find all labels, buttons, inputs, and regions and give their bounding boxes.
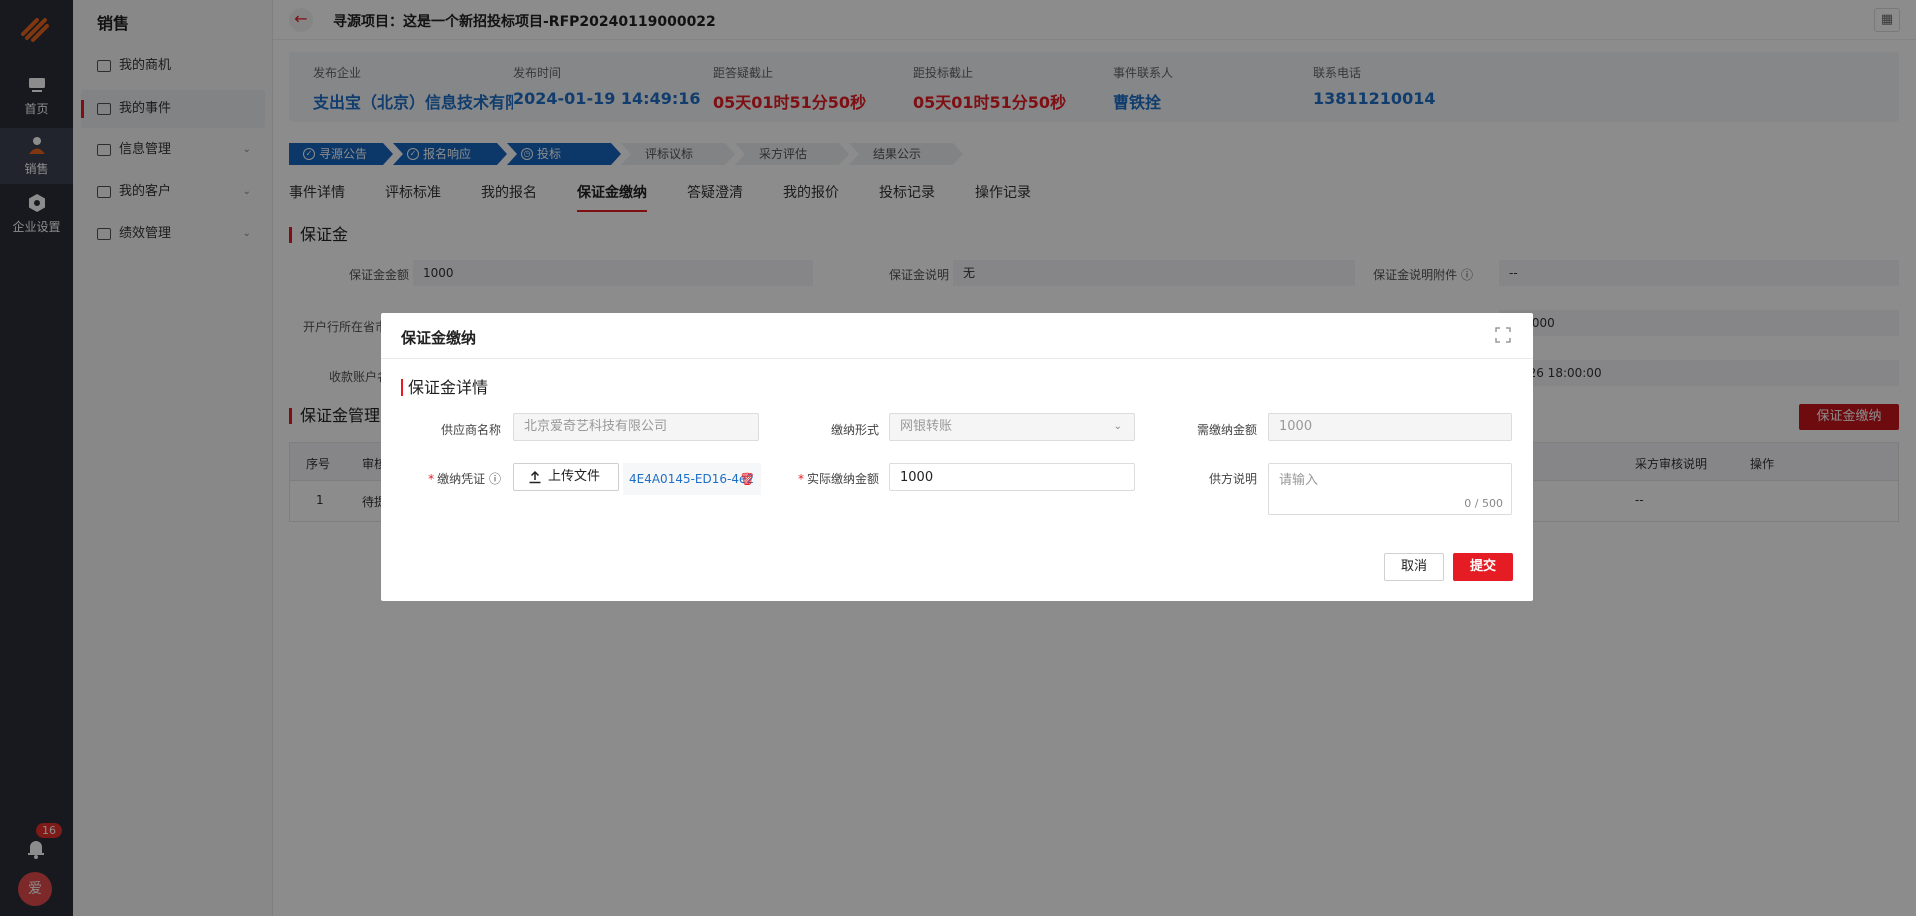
deposit-payment-dialog: 保证金缴纳 保证金详情 供应商名称 北京爱奇艺科技有限公司 缴纳形式 网银转账 … — [381, 313, 1533, 601]
supplier-note-label: 供方说明 — [1208, 472, 1257, 486]
delete-file-icon[interactable]: 🗑 — [740, 463, 755, 495]
need-amount-field: 1000 — [1268, 413, 1512, 441]
upload-file-button[interactable]: 上传文件 — [513, 463, 619, 491]
dialog-title: 保证金缴纳 — [401, 329, 477, 347]
required-asterisk: * — [797, 472, 804, 486]
textarea-placeholder: 请输入 — [1279, 473, 1319, 488]
voucher-label: * 缴纳凭证 ⓘ — [411, 470, 501, 487]
dialog-header: 保证金缴纳 — [381, 313, 1533, 359]
uploaded-file-item[interactable]: 4E4A0145-ED16-4e2 🗑 — [623, 463, 761, 495]
pay-form-value: 网银转账 — [900, 419, 953, 434]
upload-label: 上传文件 — [548, 469, 601, 484]
maximize-icon[interactable] — [1495, 327, 1511, 343]
help-circle-icon[interactable]: ⓘ — [489, 472, 501, 486]
pay-form-select: 网银转账 ⌄ — [889, 413, 1135, 441]
pay-form-label: 缴纳形式 — [830, 423, 879, 437]
submit-button[interactable]: 提交 — [1453, 553, 1513, 581]
actual-amount-label: * 实际缴纳金额 — [769, 470, 879, 487]
chevron-down-icon: ⌄ — [1113, 421, 1122, 432]
supplier-name-field: 北京爱奇艺科技有限公司 — [513, 413, 759, 441]
upload-icon — [529, 470, 541, 484]
voucher-label-text: 缴纳凭证 — [437, 472, 486, 486]
file-name[interactable]: 4E4A0145-ED16-4e2 — [629, 472, 754, 486]
required-asterisk: * — [428, 472, 435, 486]
dialog-section-title: 保证金详情 — [401, 379, 488, 396]
char-counter: 0 / 500 — [1464, 497, 1503, 510]
supplier-name-label: 供应商名称 — [440, 423, 501, 437]
cancel-button[interactable]: 取消 — [1384, 553, 1444, 581]
actual-amount-input[interactable] — [889, 463, 1135, 491]
actual-amount-label-text: 实际缴纳金额 — [806, 472, 879, 486]
need-amount-label: 需缴纳金额 — [1196, 423, 1257, 437]
supplier-note-textarea[interactable]: 请输入 0 / 500 — [1268, 463, 1512, 515]
